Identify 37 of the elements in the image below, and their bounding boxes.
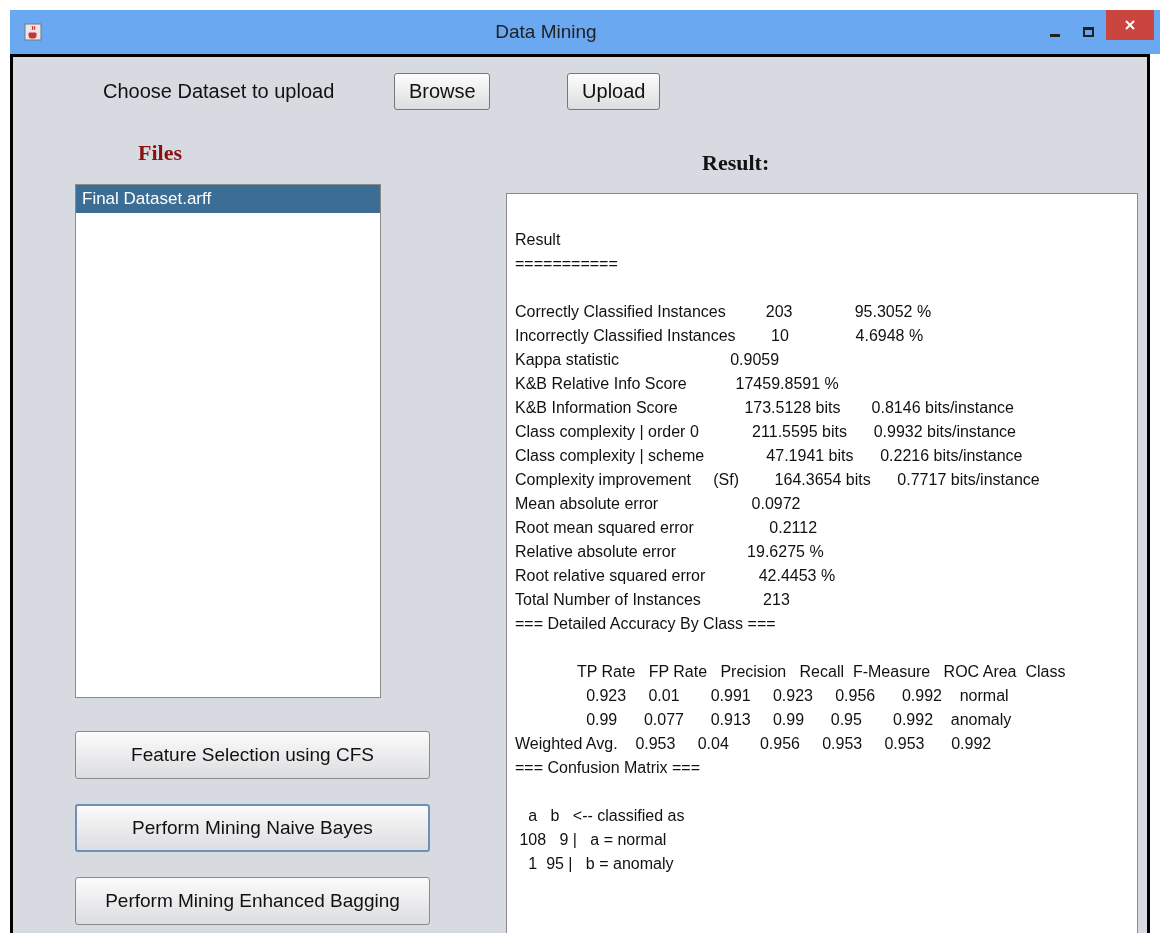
result-line: =========== (515, 254, 618, 274)
result-line: Relative absolute error 19.6275 % (515, 542, 824, 562)
dataset-button[interactable]: Upload (567, 72, 661, 110)
result-line: Total Number of Instances 213 (515, 590, 790, 610)
result-line: === Detailed Accuracy By Class === (515, 614, 776, 634)
result-line: Correctly Classified Instances 203 95.3052 % (515, 302, 932, 322)
dataset-button[interactable]: Browse (394, 72, 491, 110)
action-button[interactable]: Feature Selection using CFS (75, 731, 430, 779)
window-title: Data Mining (494, 19, 598, 44)
result-line: a b <-- classified as (527, 806, 685, 826)
files-heading: Files (138, 139, 182, 167)
result-line: Complexity improvement (Sf) 164.3654 bits 0.7717 bits/instance (515, 470, 1040, 490)
result-line: 0.923 0.01 0.991 0.923 0.956 0.992 normal (585, 686, 1009, 706)
result-line: 108 9 | a = normal (518, 830, 667, 850)
result-line: Root mean squared error 0.2112 (515, 518, 818, 538)
result-line: Class complexity | scheme 47.1941 bits 0.2216 bits/instance (515, 446, 1023, 466)
upload-label: Choose Dataset to upload (103, 79, 335, 104)
java-cup-icon (24, 23, 42, 41)
file-list-item[interactable]: Final Dataset.arff (76, 185, 380, 213)
result-heading: Result: (702, 149, 770, 177)
result-line: Result (515, 230, 561, 250)
close-button[interactable] (1106, 10, 1154, 40)
result-line: 1 95 | b = anomaly (527, 854, 674, 874)
result-line: Class complexity | order 0 211.5595 bits 0.9932 bits/instance (515, 422, 1016, 442)
result-line: Root relative squared error 42.4453 % (515, 566, 836, 586)
close-icon (1125, 20, 1135, 30)
result-line: Incorrectly Classified Instances 10 4.6948 % (515, 326, 924, 346)
result-line: TP Rate FP Rate Precision Recall F-Measure ROC Area Class (575, 662, 1066, 682)
result-line: Kappa statistic 0.9059 (515, 350, 780, 370)
result-line: Weighted Avg. 0.953 0.04 0.956 0.953 0.953 0.992 (515, 734, 992, 754)
action-button[interactable]: Perform Mining Naive Bayes (75, 804, 430, 852)
result-line: 0.99 0.077 0.913 0.99 0.95 0.992 anomaly (585, 710, 1012, 730)
result-line: === Confusion Matrix === (515, 758, 700, 778)
result-line: K&B Information Score 173.5128 bits 0.8146 bits/instance (515, 398, 1014, 418)
result-line: Mean absolute error 0.0972 (515, 494, 801, 514)
result-line: K&B Relative Info Score 17459.8591 % (515, 374, 839, 394)
action-button[interactable]: Perform Mining Enhanced Bagging (75, 877, 430, 925)
